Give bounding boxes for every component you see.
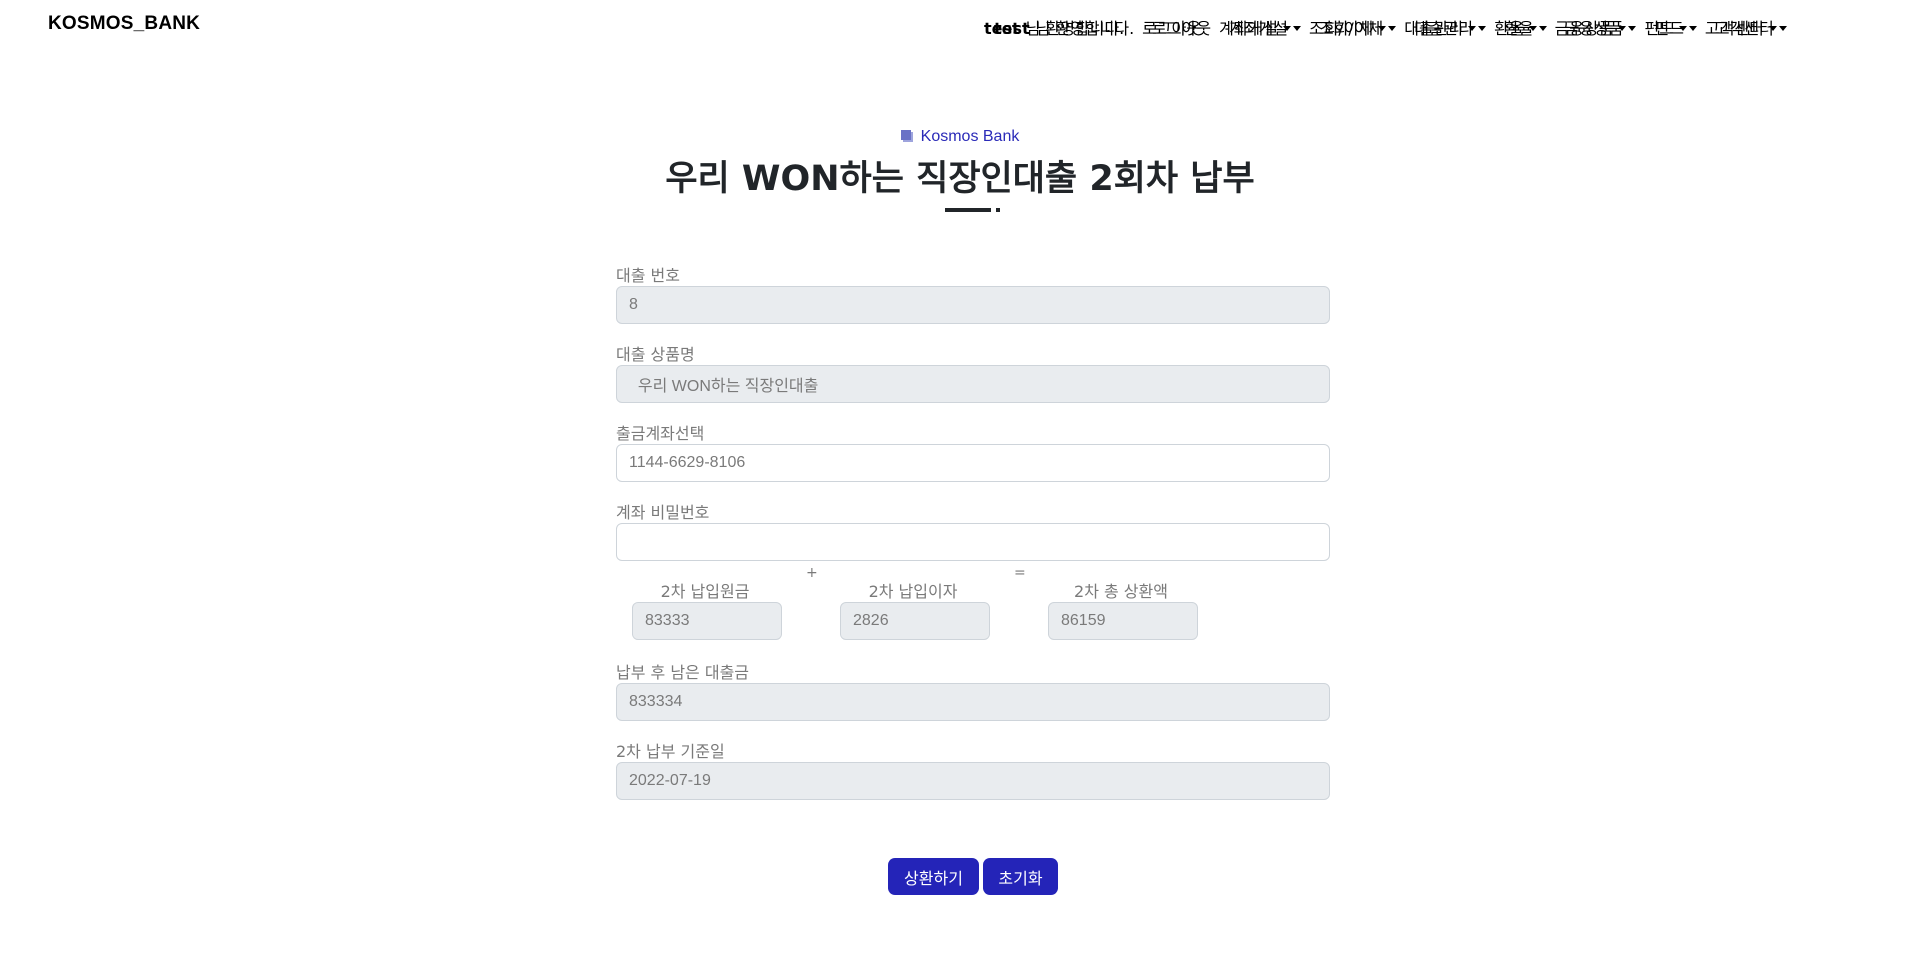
principal-field[interactable] [632, 602, 782, 640]
loan-number-field[interactable] [616, 286, 1330, 324]
remaining-loan-field[interactable] [616, 683, 1330, 721]
reset-button[interactable]: 초기화 [983, 858, 1058, 895]
account-password-label: 계좌 비밀번호 [616, 503, 710, 522]
total-repayment-field[interactable] [1048, 602, 1198, 640]
loan-number-label: 대출 번호 [616, 266, 680, 285]
nav-fund[interactable]: 펀드 [1654, 15, 1696, 39]
nav-inquiry-transfer[interactable]: 조회/이체 [1319, 15, 1396, 39]
nav-logout[interactable]: 로그아웃 [1152, 15, 1211, 39]
product-name-label: 대출 상품명 [616, 345, 695, 364]
nav-financial-products[interactable]: 금융상품 [1565, 15, 1637, 39]
plus-sign: + [806, 565, 818, 581]
product-name-field[interactable] [616, 365, 1330, 403]
total-repayment-label: 2차 총 상환액 [1074, 582, 1168, 601]
square-icon [900, 130, 911, 140]
remaining-loan-label: 납부 후 남은 대출금 [616, 663, 750, 682]
withdraw-account-label: 출금계좌선택 [616, 424, 705, 443]
welcome-text: 님 환영합니다. [1035, 19, 1135, 38]
due-date-label: 2차 납부 기준일 [616, 742, 725, 761]
equals-sign: = [1014, 565, 1026, 581]
section-tag-text: Kosmos Bank [920, 128, 1020, 145]
withdraw-account-field[interactable] [616, 444, 1330, 482]
top-navbar: KOSMOS_BANK test 님 환영합니다. 로그아웃 계좌개설 조회/이체 대출관… [0, 0, 1920, 50]
section-tag: Kosmos Bank [0, 128, 1920, 146]
interest-field[interactable] [840, 602, 990, 640]
due-date-field[interactable] [616, 762, 1330, 800]
brand-logo[interactable]: KOSMOS_BANK [48, 13, 200, 35]
page-title: 우리 WON하는 직장인대출 2회차 납부 [665, 159, 1255, 199]
nav-open-account[interactable]: 계좌개설 [1229, 15, 1301, 39]
repay-button[interactable]: 상환하기 [888, 858, 979, 895]
principal-label: 2차 납입원금 [660, 582, 750, 601]
interest-label: 2차 납입이자 [868, 582, 958, 601]
nav-customer-center[interactable]: 고객센터 [1715, 15, 1787, 39]
username: test [994, 19, 1030, 38]
nav-loan-management[interactable]: 대출관리 [1414, 15, 1486, 39]
account-password-field[interactable] [616, 523, 1330, 561]
nav-menu-overlap: test 님 환영합니다. 로그아웃 계좌개설 조회/이체 대출관리 환율 금융상품 펀드 고객센… [994, 15, 1805, 38]
title-underline [945, 208, 991, 212]
nav-exchange-rate[interactable]: 환율 [1504, 15, 1546, 39]
title-underline-dot [996, 208, 1000, 212]
